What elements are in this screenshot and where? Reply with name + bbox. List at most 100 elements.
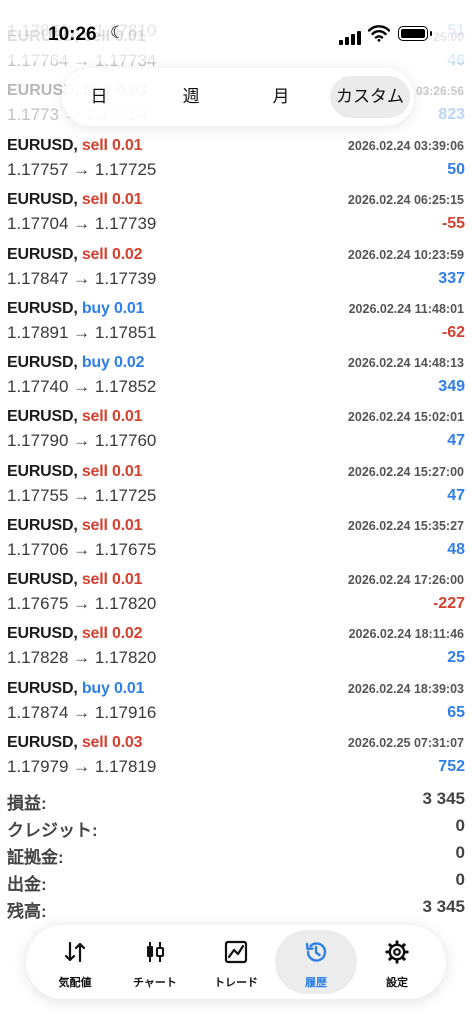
tab-label: チャート xyxy=(133,977,177,989)
trade-side: sell 0.01 xyxy=(81,462,143,480)
tab-trade[interactable]: トレード xyxy=(195,930,277,994)
trade-side: buy 0.02 xyxy=(81,354,145,371)
trade-row[interactable]: EURUSD, sell 0.02 2026.02.24 18:11:46 1.17… xyxy=(0,618,472,672)
trade-profit: 752 xyxy=(438,757,465,775)
trade-row[interactable]: EURUSD, sell 0.01 2026.02.24 17:26:00 1.17… xyxy=(0,564,472,618)
trade-symbol: EURUSD, sell 0.03 xyxy=(7,734,143,752)
history-clock-icon xyxy=(305,942,327,962)
trade-profit: -55 xyxy=(441,215,465,233)
trade-row[interactable]: EURUSD, buy 0.01 2026.02.24 18:39:03 1.178… xyxy=(0,673,472,727)
trade-side: sell 0.01 xyxy=(81,516,143,534)
moon-icon: ☾ xyxy=(110,23,126,42)
trade-row[interactable]: EURUSD, sell 0.01 2026.02.24 15:27:00 1.17… xyxy=(0,456,472,510)
quotes-arrows-icon xyxy=(64,941,86,963)
trade-side: sell 0.01 xyxy=(81,137,143,154)
tab-chart[interactable]: チャート xyxy=(114,930,196,994)
period-tab-week[interactable]: 週 xyxy=(162,76,220,118)
trade-date: 2026.02.24 15:02:01 xyxy=(347,410,464,425)
trade-prices: 1.17675 → 1.17820 xyxy=(7,594,157,613)
symbol-name: EURUSD, xyxy=(7,516,78,534)
trade-symbol: EURUSD, sell 0.01 xyxy=(7,462,143,481)
period-tab-day[interactable]: 日 xyxy=(72,76,126,118)
trade-prices: 1.17847 → 1.17739 xyxy=(7,268,157,288)
trade-row[interactable]: EURUSD, sell 0.02 2026.02.24 10:23:59 1.17… xyxy=(0,239,472,293)
trade-row[interactable]: EURUSD, sell 0.03 2026.02.25 07:31:07 1.17… xyxy=(0,727,472,781)
trade-date: 2026.02.24 17:26:00 xyxy=(347,573,464,587)
tab-label: 履歴 xyxy=(305,977,327,989)
trade-date: 2026.02.24 03:39:06 xyxy=(347,139,464,153)
tab-label: 気配値 xyxy=(58,977,92,989)
symbol-name: EURUSD, xyxy=(7,679,78,697)
trade-date: 2026.02.25 07:31:07 xyxy=(347,735,464,750)
trade-date: 2026.02.24 11:48:01 xyxy=(348,301,464,316)
trade-symbol: EURUSD, sell 0.01 xyxy=(7,137,143,155)
symbol-name: EURUSD, xyxy=(7,571,78,588)
summary-value: 0 xyxy=(455,816,465,835)
candlestick-icon xyxy=(147,942,164,962)
summary-row: クレジット: 0 xyxy=(0,813,472,840)
trade-prices: 1.17704 → 1.17739 xyxy=(7,214,157,234)
summary-label: クレジット: xyxy=(7,821,98,840)
trade-profit: 337 xyxy=(438,269,465,287)
trade-row[interactable]: EURUSD, sell 0.01 2026.02.24 06:25:15 1.17… xyxy=(0,184,472,238)
ghost-date: 03:26:56 xyxy=(415,84,464,98)
tab-label: 設定 xyxy=(386,977,408,989)
trade-profit: -227 xyxy=(432,595,465,612)
summary-label: 残高: xyxy=(7,902,47,921)
tab-settings[interactable]: 設定 xyxy=(356,930,438,994)
trade-row[interactable]: EURUSD, buy 0.02 2026.02.24 14:48:13 1.177… xyxy=(0,347,472,401)
cellular-signal-icon xyxy=(339,27,363,45)
symbol-name: EURUSD, xyxy=(7,354,78,371)
trade-side: buy 0.01 xyxy=(81,299,145,317)
trade-profit: 48 xyxy=(447,540,465,558)
trade-row[interactable]: EURUSD, sell 0.01 2026.02.24 15:02:01 1.17… xyxy=(0,401,472,455)
trade-prices: 1.17757 → 1.17725 xyxy=(7,160,157,179)
summary-label: 証拠金: xyxy=(7,848,64,867)
summary-value: 3 345 xyxy=(422,897,465,916)
trade-side: sell 0.02 xyxy=(81,245,143,263)
trade-date: 2026.02.24 18:11:46 xyxy=(348,627,464,642)
trade-profit: 25 xyxy=(447,649,465,667)
trade-symbol: EURUSD, sell 0.01 xyxy=(7,408,143,426)
trade-prices: 1.17891 → 1.17851 xyxy=(7,322,157,342)
period-tab-custom[interactable]: カスタム xyxy=(330,76,410,118)
trade-symbol: EURUSD, sell 0.02 xyxy=(7,625,143,643)
trade-profit: 47 xyxy=(447,486,465,504)
symbol-name: EURUSD, xyxy=(7,299,78,317)
trade-prices: 1.17790 → 1.17760 xyxy=(7,431,157,451)
trade-row[interactable]: EURUSD, buy 0.01 2026.02.24 11:48:01 1.178… xyxy=(0,293,472,347)
trade-row[interactable]: EURUSD, sell 0.01 2026.02.24 03:39:06 1.17… xyxy=(0,130,472,184)
battery-icon xyxy=(398,26,432,41)
summary-row: 出金: 0 xyxy=(0,867,472,894)
tab-history[interactable]: 履歴 xyxy=(275,930,357,994)
symbol-name: EURUSD, xyxy=(7,462,78,480)
tab-quotes[interactable]: 気配値 xyxy=(34,930,116,994)
symbol-name: EURUSD, xyxy=(7,625,78,643)
status-time: 10:26 xyxy=(48,24,97,45)
summary-value: 0 xyxy=(455,843,465,862)
trade-symbol: EURUSD, sell 0.01 xyxy=(7,516,143,535)
trade-side: sell 0.01 xyxy=(81,571,143,588)
symbol-name: EURUSD, xyxy=(7,245,78,263)
trade-symbol: EURUSD, buy 0.01 xyxy=(7,300,144,318)
period-tab-month[interactable]: 月 xyxy=(252,76,310,118)
symbol-name: EURUSD, xyxy=(7,137,78,154)
trade-date: 2026.02.24 15:27:00 xyxy=(347,464,464,479)
period-selector: 日 週 月 カスタム xyxy=(62,68,414,126)
summary-row: 残高: 3 345 xyxy=(0,894,472,921)
trade-symbol: EURUSD, sell 0.02 xyxy=(7,245,143,264)
trade-row[interactable]: EURUSD, sell 0.01 2026.02.24 15:35:27 1.17… xyxy=(0,510,472,564)
trade-side: sell 0.01 xyxy=(81,408,143,426)
trade-side: sell 0.01 xyxy=(81,191,143,209)
trade-side: sell 0.02 xyxy=(81,625,143,643)
trade-profit: 349 xyxy=(438,378,465,395)
trade-prices: 1.17740 → 1.17852 xyxy=(7,377,157,396)
trade-symbol: EURUSD, sell 0.01 xyxy=(7,571,143,589)
trade-profit: 50 xyxy=(447,161,465,178)
symbol-name: EURUSD, xyxy=(7,408,78,426)
trade-date: 2026.02.24 15:35:27 xyxy=(347,518,464,533)
trade-profit: -62 xyxy=(441,323,465,341)
trade-side: buy 0.01 xyxy=(81,679,145,697)
symbol-name: EURUSD, xyxy=(7,191,78,209)
gear-icon xyxy=(385,940,409,964)
